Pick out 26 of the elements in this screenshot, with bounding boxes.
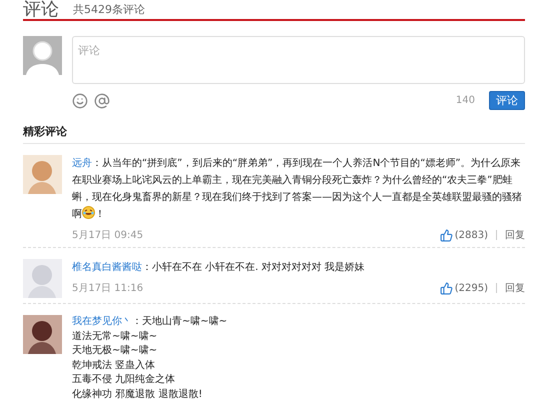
reply-link[interactable]: 回复 [505, 228, 525, 242]
comment-text: 我在梦见你丶：天地山青~啸~啸~ 道法无常~啸~啸~ 天地无极~啸~啸~ 乾坤戒法 竖蛊入体 五毒不侵 九阳纯金之体 化缘神功 邪魔退散 退散退散! [72, 315, 228, 402]
submit-button[interactable]: 评论 [489, 91, 525, 110]
comment-input[interactable]: 评论 [72, 36, 525, 84]
like-button[interactable]: (2883) [440, 228, 488, 242]
default-avatar [23, 36, 62, 75]
featured-heading: 精彩评论 [23, 124, 525, 144]
like-button[interactable]: (2295) [440, 282, 488, 294]
character-counter: 140 [456, 95, 475, 106]
thumbs-up-icon [440, 282, 453, 294]
thumbs-up-icon [440, 228, 453, 242]
author-link[interactable]: 远舟 [72, 158, 92, 169]
comment-time: 5月17日 11:16 [72, 282, 144, 295]
author-link[interactable]: 椎名真白酱酱哒 [72, 262, 142, 273]
mention-icon[interactable] [94, 92, 110, 108]
author-link[interactable]: 我在梦见你丶 [72, 316, 132, 327]
comment-time: 5月17日 09:45 [72, 229, 144, 242]
comment-text: 椎名真白酱酱哒：小轩在不在 小轩在不在. 对对对对对对 我是娇妹 [72, 260, 366, 275]
emoji-icon[interactable] [72, 92, 88, 108]
comment-count: 共5429条评论 [73, 3, 145, 18]
comment-text: 远舟：从当年的“拼到底”，到后来的“胖弟弟”，再到现在一个人养活N个节目的“嫖老师”。为什么原来在职业赛场上叱诧风云的上单霸主，现在完美融入青铜分段死亡轰炸？为什么曾经的“农夫三拳”肥蛙蝌，现在化身鬼畜界的新星？现在我们终于找到了答案——因为这个人一直都是全英雄联盟最骚的骚猪啊 ！ [72, 156, 523, 222]
user-avatar [23, 259, 62, 298]
user-avatar [23, 315, 62, 354]
section-title: 评论 [23, 1, 59, 19]
reply-link[interactable]: 回复 [505, 281, 525, 295]
user-avatar [23, 155, 62, 194]
